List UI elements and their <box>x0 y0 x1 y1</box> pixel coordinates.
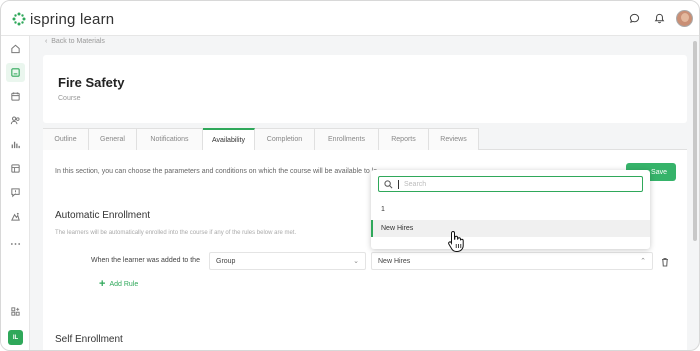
rule-type-select[interactable]: Group ⌄ <box>209 252 366 270</box>
tab-availability[interactable]: Availability <box>203 128 255 150</box>
logo-icon <box>12 12 26 26</box>
tab-outline[interactable]: Outline <box>43 128 89 150</box>
dropdown-option-new-hires[interactable]: New Hires <box>371 220 650 237</box>
chevron-down-icon: ⌄ <box>353 258 359 265</box>
schedule-icon[interactable] <box>6 159 25 178</box>
hand-cursor-icon <box>447 229 465 253</box>
logo-text: ispring learn <box>30 11 114 28</box>
gamification-icon[interactable] <box>6 207 25 226</box>
logo-prefix: ispring <box>30 10 76 28</box>
logo-suffix: learn <box>79 10 115 28</box>
add-rule-button[interactable]: + Add Rule <box>99 279 138 290</box>
text-caret <box>398 179 399 189</box>
dropdown-option-1[interactable]: 1 <box>371 201 650 218</box>
more-icon[interactable] <box>6 234 25 253</box>
ispring-logo[interactable]: ispring learn <box>12 10 114 28</box>
tab-reports[interactable]: Reports <box>379 128 429 150</box>
tab-bar: Outline General Notifications Availabili… <box>43 128 687 150</box>
tab-reviews[interactable]: Reviews <box>429 128 479 150</box>
automatic-enrollment-title: Automatic Enrollment <box>55 210 151 221</box>
chat-icon[interactable] <box>626 11 642 27</box>
rule-type-value: Group <box>216 257 236 265</box>
add-rule-label: Add Rule <box>109 281 139 288</box>
feedback-icon[interactable] <box>6 183 25 202</box>
back-link[interactable]: ‹ Back to Materials <box>45 38 105 45</box>
scrollbar[interactable] <box>693 41 697 241</box>
tab-notifications[interactable]: Notifications <box>137 128 203 150</box>
tab-enrollments[interactable]: Enrollments <box>315 128 379 150</box>
sidebar: IL <box>1 36 30 350</box>
automatic-enrollment-description: The learners will be automatically enrol… <box>55 230 297 236</box>
bell-icon[interactable] <box>651 11 667 27</box>
chevron-up-icon: ⌃ <box>640 258 646 265</box>
course-type: Course <box>58 95 81 102</box>
self-enrollment-title: Self Enrollment <box>55 334 123 345</box>
back-link-label[interactable]: Back to Materials <box>51 38 105 45</box>
tab-general[interactable]: General <box>89 128 137 150</box>
section-intro: In this section, you can choose the para… <box>55 168 378 175</box>
plus-icon: + <box>99 278 106 290</box>
course-header-card: Fire Safety Course <box>43 55 687 123</box>
dropdown-search[interactable]: Search <box>378 176 643 192</box>
trash-icon[interactable] <box>659 255 671 267</box>
top-bar: ispring learn <box>1 1 699 36</box>
group-dropdown: Search 1 New Hires <box>371 170 650 249</box>
users-icon[interactable] <box>6 111 25 130</box>
search-icon <box>384 179 393 188</box>
calendar-icon[interactable] <box>6 87 25 106</box>
home-icon[interactable] <box>6 39 25 58</box>
reports-icon[interactable] <box>6 135 25 154</box>
header-actions <box>626 10 693 27</box>
page-title: Fire Safety <box>58 75 125 90</box>
avatar[interactable] <box>676 10 693 27</box>
integrations-icon[interactable] <box>6 302 25 321</box>
search-placeholder: Search <box>404 180 427 188</box>
materials-icon[interactable] <box>6 63 25 82</box>
rule-value-select[interactable]: New Hires ⌃ <box>371 252 653 270</box>
user-badge[interactable]: IL <box>8 330 23 345</box>
rule-label: When the learner was added to the <box>91 257 200 264</box>
rule-value-value: New Hires <box>378 257 411 265</box>
tab-completion[interactable]: Completion <box>255 128 315 150</box>
app-window: ispring learn IL ‹ Back to Materials Fir… <box>0 0 700 351</box>
